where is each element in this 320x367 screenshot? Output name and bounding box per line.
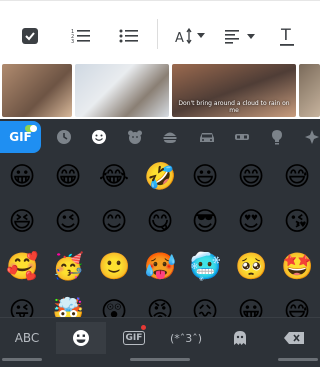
emoji-key[interactable]: 😊 xyxy=(98,206,130,238)
kaomoji-tab-button[interactable]: (*ˆ3ˆ) xyxy=(165,322,207,354)
text-size-icon[interactable]: A xyxy=(174,23,210,49)
emoji-category-bar: GIF xyxy=(0,119,320,155)
emoji-key[interactable]: 😎 xyxy=(189,206,221,238)
nav-indicator xyxy=(2,358,42,361)
abc-button[interactable]: ABC xyxy=(6,322,48,354)
emoji-key[interactable]: 🥶 xyxy=(189,251,221,283)
emoji-key[interactable]: 😋 xyxy=(144,206,176,238)
backspace-button[interactable] xyxy=(276,322,312,354)
emoji-key[interactable]: 🥳 xyxy=(52,251,84,283)
ghost-icon xyxy=(234,331,246,345)
gif-tab-button[interactable]: GIF xyxy=(116,322,152,354)
backspace-icon xyxy=(284,332,304,344)
emoji-key[interactable]: 😆 xyxy=(6,206,38,238)
gif-thumbnail[interactable] xyxy=(2,64,72,117)
emoji-key[interactable]: 🤣 xyxy=(144,161,176,193)
emoji-key[interactable]: 😂 xyxy=(98,161,130,193)
nav-indicator xyxy=(130,358,190,361)
gif-thumbnail[interactable] xyxy=(75,64,169,117)
emoji-key[interactable]: 🤩 xyxy=(281,251,313,283)
text-format-icon[interactable]: T xyxy=(277,23,297,49)
align-icon[interactable] xyxy=(224,23,260,49)
nav-indicator xyxy=(278,358,318,361)
sticker-tab-button[interactable] xyxy=(222,322,258,354)
toggle-switch-icon xyxy=(25,125,37,132)
svg-text:3: 3 xyxy=(71,39,74,44)
emoji-key[interactable]: 🥺 xyxy=(235,251,267,283)
emoji-key[interactable]: 😘 xyxy=(281,206,313,238)
emoji-key[interactable]: 🙂 xyxy=(98,251,130,283)
gif-thumbnail[interactable] xyxy=(299,64,320,117)
numbered-list-icon[interactable]: 123 xyxy=(70,23,92,49)
new-badge-dot xyxy=(141,325,146,330)
gif-badge-label: GIF xyxy=(9,130,32,144)
emoji-keyboard: GIF 😀 😁 😂 🤣 😃 😄 😅 😆 😉 😊 😋 😎 😍 😘 🥰 🥳 🙂 🥵 … xyxy=(0,119,320,367)
food-icon[interactable] xyxy=(161,128,179,146)
checkbox-icon[interactable] xyxy=(20,23,40,49)
formatting-toolbar: 123 A T xyxy=(0,0,320,62)
gif-results-strip: Don't bring around a cloud to rain on me xyxy=(0,62,320,119)
gif-tab-label: GIF xyxy=(122,331,146,345)
emoji-grid: 😀 😁 😂 🤣 😃 😄 😅 😆 😉 😊 😋 😎 😍 😘 🥰 🥳 🙂 🥵 🥶 🥺 … xyxy=(0,155,320,327)
symbols-icon[interactable] xyxy=(303,128,320,146)
emoji-key[interactable]: 😍 xyxy=(235,206,267,238)
emoji-key[interactable]: 😁 xyxy=(52,161,84,193)
toolbar-divider xyxy=(157,19,158,49)
smiley-icon[interactable] xyxy=(90,128,108,146)
svg-text:A: A xyxy=(175,31,184,46)
emoji-tab-button[interactable] xyxy=(56,322,106,354)
emoji-key[interactable]: 😃 xyxy=(189,161,221,193)
emoji-key[interactable]: 🥵 xyxy=(144,251,176,283)
bulleted-list-icon[interactable] xyxy=(118,23,140,49)
recent-icon[interactable] xyxy=(55,128,73,146)
emoji-key[interactable]: 😉 xyxy=(52,206,84,238)
gif-thumbnail[interactable]: Don't bring around a cloud to rain on me xyxy=(172,64,296,117)
animal-icon[interactable] xyxy=(126,128,144,146)
travel-icon[interactable] xyxy=(198,128,216,146)
svg-text:T: T xyxy=(280,25,291,44)
emoji-key[interactable]: 😄 xyxy=(235,161,267,193)
emoji-key[interactable]: 😅 xyxy=(281,161,313,193)
objects-icon[interactable] xyxy=(268,128,286,146)
gif-toggle-button[interactable]: GIF xyxy=(0,121,41,153)
emoji-key[interactable]: 😀 xyxy=(6,161,38,193)
emoji-key[interactable]: 🥰 xyxy=(6,251,38,283)
emoji-face-icon xyxy=(73,330,89,346)
keyboard-bottom-bar: ABC GIF (*ˆ3ˆ) xyxy=(0,317,320,367)
sports-icon[interactable] xyxy=(233,128,251,146)
gif-caption: Don't bring around a cloud to rain on me xyxy=(178,100,290,114)
